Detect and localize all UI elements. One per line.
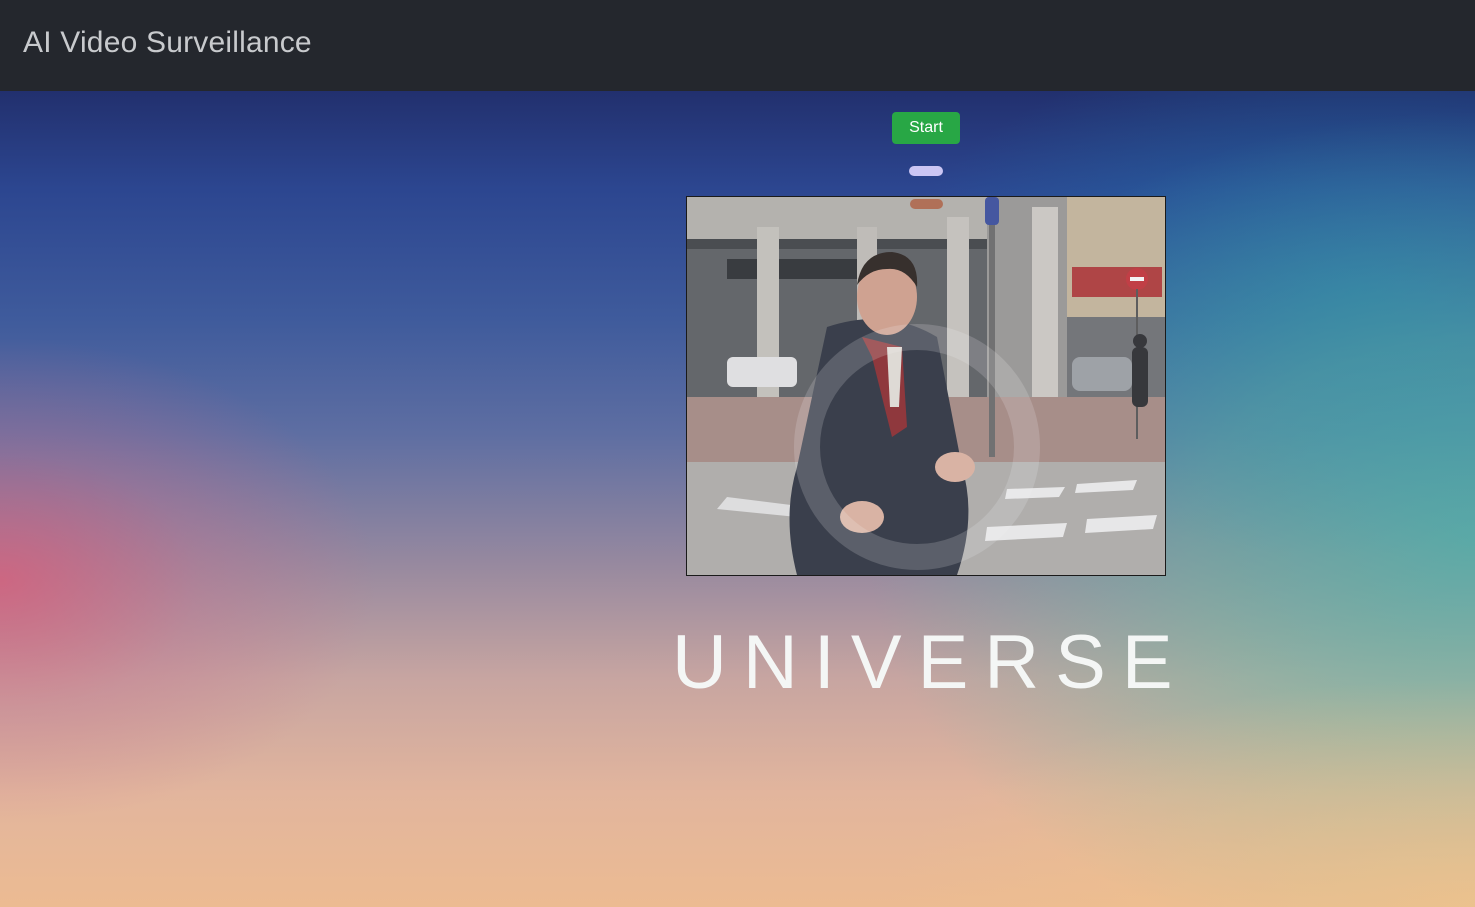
start-button[interactable]: Start xyxy=(892,112,960,144)
navbar: AI Video Surveillance xyxy=(0,0,1475,91)
status-indicator-pill xyxy=(909,166,943,176)
navbar-brand[interactable]: AI Video Surveillance xyxy=(23,26,312,60)
universe-overlay-text: UNIVERSE xyxy=(672,620,1189,705)
video-feed[interactable] xyxy=(686,196,1166,576)
video-frame xyxy=(687,197,1165,575)
status-indicator-pill-secondary xyxy=(910,199,943,209)
